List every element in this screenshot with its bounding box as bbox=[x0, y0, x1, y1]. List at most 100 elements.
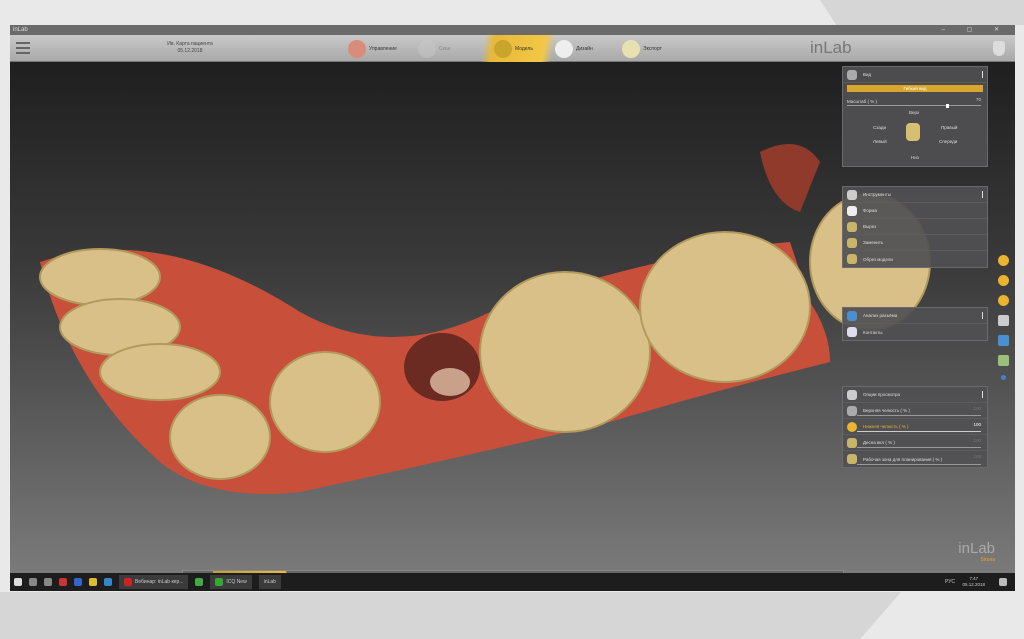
zoom-slider[interactable] bbox=[847, 105, 981, 106]
app-icon[interactable] bbox=[74, 578, 82, 586]
tab-admin[interactable]: Управление bbox=[348, 35, 418, 62]
tooth-yellow-icon[interactable] bbox=[998, 255, 1009, 266]
option-label: Десна вкл ( % ) bbox=[863, 440, 895, 445]
panel-title: Инструменты bbox=[863, 192, 892, 197]
view-options-panel: Опции просмотра Верхняя челюсть ( % ) 100… bbox=[842, 386, 988, 468]
pin-icon[interactable] bbox=[978, 312, 983, 319]
taskbar-app[interactable]: ICQ New bbox=[210, 575, 252, 589]
tooth bbox=[169, 394, 271, 480]
tool-label: Форма bbox=[863, 208, 878, 213]
taskbar-app[interactable]: inLab bbox=[258, 575, 281, 589]
tooth bbox=[269, 351, 381, 453]
language-indicator[interactable]: РУС bbox=[945, 579, 955, 585]
tool-cut[interactable]: Вырез bbox=[843, 219, 987, 235]
option-slider[interactable] bbox=[857, 464, 981, 465]
tab-export[interactable]: Экспорт bbox=[622, 35, 687, 62]
panel-title: Анализ разъёма bbox=[863, 313, 898, 318]
tooth bbox=[479, 271, 651, 433]
tab-scan[interactable]: Скан bbox=[418, 35, 480, 62]
pin-icon[interactable] bbox=[978, 191, 983, 198]
option-slider[interactable] bbox=[857, 447, 981, 448]
tab-model[interactable]: Модель bbox=[478, 35, 558, 62]
upper-jaw-icon bbox=[847, 405, 857, 416]
analysis-panel-header[interactable]: Анализ разъёма bbox=[843, 308, 987, 324]
item-label: Контакты bbox=[863, 329, 883, 335]
clock[interactable]: 7:47 05.12.2018 bbox=[962, 576, 985, 588]
view-right-button[interactable]: Правый bbox=[941, 125, 957, 130]
window-controls[interactable]: – ▢ ✕ bbox=[942, 25, 1009, 35]
title-bar: inLab – ▢ ✕ bbox=[10, 25, 1015, 35]
patient-info: Ив. Карта пациента 05.12.2018 bbox=[160, 41, 220, 55]
analysis-icon[interactable] bbox=[998, 335, 1009, 346]
option-value[interactable]: 100 bbox=[973, 438, 981, 443]
app-label: Вебинар: inLab кер... bbox=[135, 579, 184, 585]
eye-options-icon bbox=[847, 389, 857, 400]
inlab-logo: inLab bbox=[810, 38, 852, 57]
view-mode-button[interactable]: Гибкий вид bbox=[847, 85, 983, 92]
option-value[interactable]: 100 bbox=[973, 406, 981, 411]
app-label: ICQ New bbox=[226, 579, 247, 585]
tooth-yellow-icon[interactable] bbox=[998, 295, 1009, 306]
tooth-yellow-icon[interactable] bbox=[998, 275, 1009, 286]
jaw-icon bbox=[348, 39, 366, 58]
edge-icon[interactable] bbox=[104, 578, 112, 586]
tooth-orientation-icon[interactable] bbox=[906, 123, 920, 141]
tab-label: Скан bbox=[439, 45, 451, 52]
contacts-item[interactable]: Контакты bbox=[843, 324, 987, 340]
app-icon[interactable] bbox=[59, 578, 67, 586]
app-label: inLab bbox=[263, 579, 276, 585]
panel-title: Вид bbox=[863, 72, 872, 77]
form-icon bbox=[847, 205, 857, 216]
explorer-icon[interactable] bbox=[89, 578, 97, 586]
teeth-row-icon[interactable] bbox=[998, 315, 1009, 326]
tab-label: Модель bbox=[515, 45, 533, 52]
taskbar-app[interactable]: Вебинар: inLab кер... bbox=[119, 575, 189, 589]
tooth bbox=[639, 231, 811, 383]
chrome-icon[interactable] bbox=[195, 578, 204, 586]
patient-name: Ив. Карта пациента bbox=[167, 41, 213, 47]
option-value[interactable]: 100 bbox=[973, 454, 981, 459]
tool-form[interactable]: Форма bbox=[843, 203, 987, 219]
3d-model-viewport[interactable]: Вид Гибкий вид Масштаб ( % ) 70 Верх Сзад… bbox=[10, 62, 1015, 591]
option-value[interactable]: 100 bbox=[973, 422, 981, 427]
windows-taskbar: Вебинар: inLab кер... ICQ New inLab РУС … bbox=[10, 573, 1015, 591]
notifications-icon[interactable] bbox=[999, 578, 1007, 586]
view-front-button[interactable]: Спереди bbox=[939, 139, 957, 144]
tools-panel-header[interactable]: Инструменты bbox=[843, 187, 987, 203]
option-upper-jaw[interactable]: Верхняя челюсть ( % ) 100 bbox=[843, 403, 987, 419]
side-toolbar bbox=[998, 255, 1009, 380]
option-slider[interactable] bbox=[857, 415, 981, 416]
date: 05.12.2018 bbox=[962, 582, 985, 587]
view-options-header[interactable]: Опции просмотра bbox=[843, 387, 987, 403]
window-title: inLab bbox=[13, 27, 28, 33]
tab-design[interactable]: Дизайн bbox=[555, 35, 620, 62]
dot-icon[interactable] bbox=[1001, 375, 1006, 380]
view-top-button[interactable]: Верх bbox=[909, 110, 919, 115]
model-green-icon[interactable] bbox=[998, 355, 1009, 366]
tools-icon bbox=[847, 189, 857, 200]
implant-abutment bbox=[430, 368, 470, 396]
pin-icon[interactable] bbox=[978, 391, 983, 398]
view-bottom-button[interactable]: Низ bbox=[911, 155, 919, 160]
option-work-zone[interactable]: Рабочая зона для планирования ( % ) 100 bbox=[843, 451, 987, 467]
search-icon[interactable] bbox=[29, 578, 37, 586]
view-left-button[interactable]: Левый bbox=[873, 139, 887, 144]
zoom-value[interactable]: 70 bbox=[976, 97, 981, 102]
tool-replace[interactable]: Заменить bbox=[843, 235, 987, 251]
option-gingiva[interactable]: Десна вкл ( % ) 100 bbox=[843, 435, 987, 451]
tool-trim-model[interactable]: Обрез модели bbox=[843, 251, 987, 267]
pin-icon[interactable] bbox=[978, 71, 983, 78]
start-icon[interactable] bbox=[14, 578, 22, 586]
zoom-slider-row[interactable]: Масштаб ( % ) 70 bbox=[843, 94, 987, 108]
option-slider[interactable] bbox=[857, 431, 981, 432]
export-icon bbox=[622, 39, 640, 58]
brand-sub: Sirona bbox=[980, 557, 995, 563]
view-back-button[interactable]: Сзади bbox=[873, 125, 886, 130]
tooth-help-icon[interactable] bbox=[993, 41, 1005, 56]
analysis-panel: Анализ разъёма Контакты bbox=[842, 307, 988, 341]
view-panel-header[interactable]: Вид bbox=[843, 67, 987, 83]
option-lower-jaw[interactable]: Нижняя челюсть ( % ) 100 bbox=[843, 419, 987, 435]
menu-icon[interactable] bbox=[16, 42, 30, 54]
option-label: Рабочая зона для планирования ( % ) bbox=[863, 456, 943, 462]
task-view-icon[interactable] bbox=[44, 578, 52, 586]
